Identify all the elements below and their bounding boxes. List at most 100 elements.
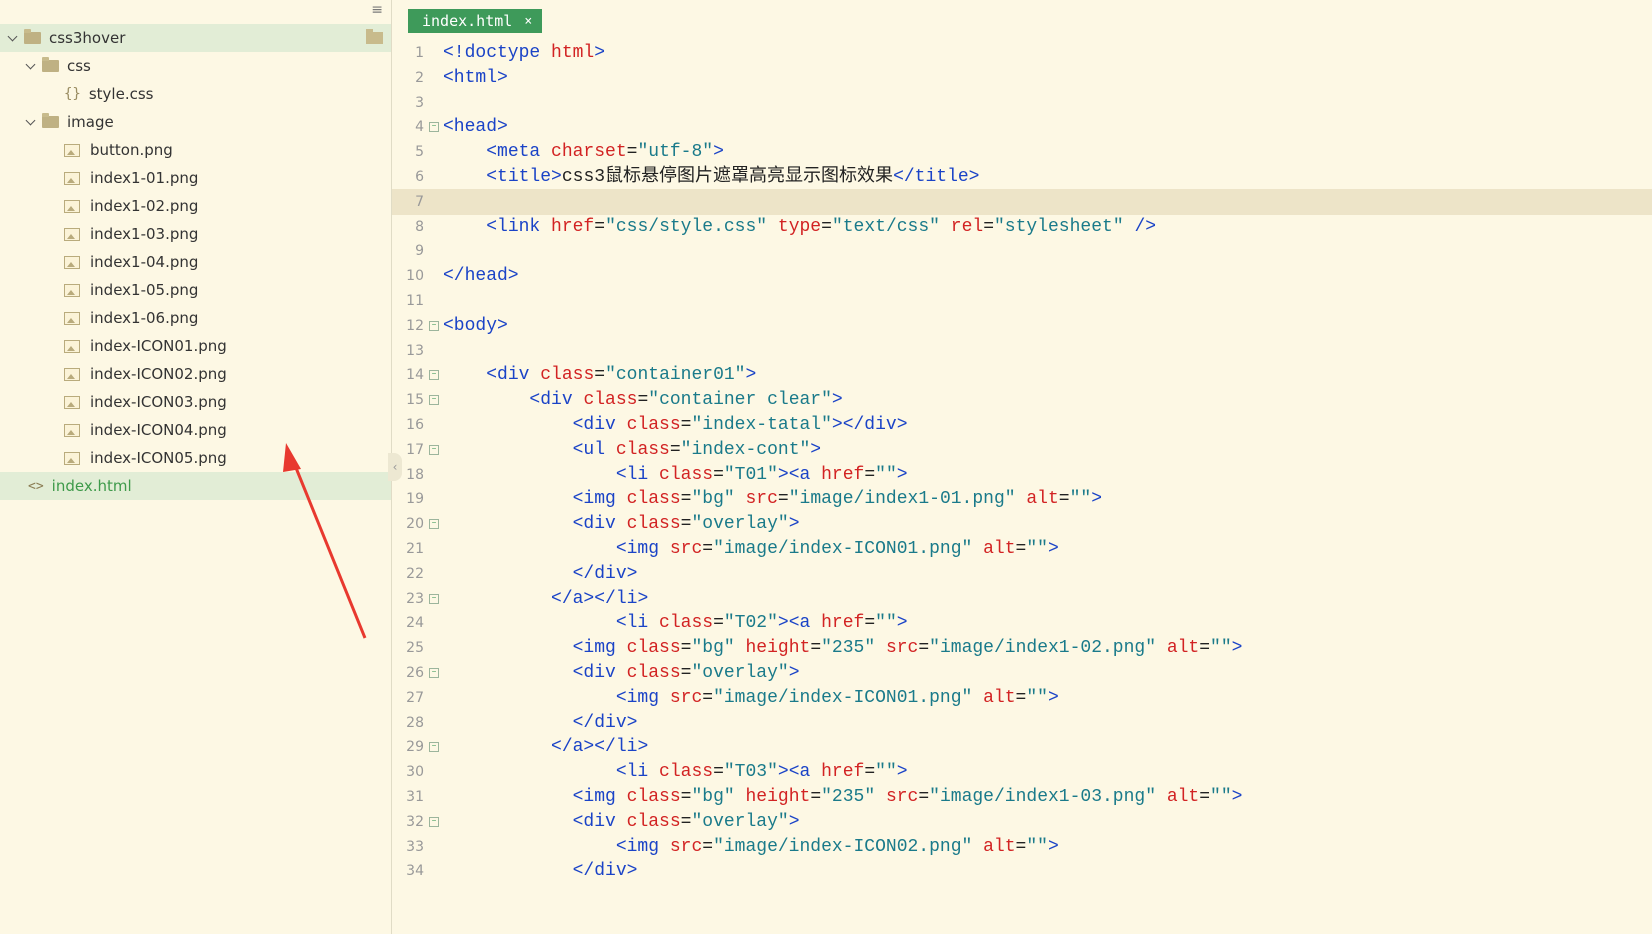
tree-item[interactable]: index1-05.png <box>0 276 391 304</box>
folder-icon[interactable] <box>366 29 383 44</box>
code-text: <!doctype html> <box>443 43 606 63</box>
code-text: <ul class="index-cont"> <box>572 439 822 460</box>
code-text: </a></li> <box>551 588 649 609</box>
file-explorer: ≡ css3hover css {} style.css image button.pn… <box>0 0 402 934</box>
line-number: 15 <box>406 392 424 409</box>
code-text: <img src="image/index-ICON01.png" alt=""… <box>615 539 1059 559</box>
tree-item-label: index1-06.png <box>90 309 199 327</box>
tree-item-label: index.html <box>51 477 132 495</box>
code-line: 7 <box>392 188 1652 215</box>
tree-item[interactable]: {} style.css <box>0 80 391 108</box>
line-number: 32 <box>406 813 424 830</box>
tree-item-label: button.png <box>90 141 173 159</box>
line-number: 8 <box>415 218 424 235</box>
code-editor[interactable]: 1 <!doctype html> 2 <html> 3 4− <head> 5 <meta … <box>392 43 1652 934</box>
tab-label: index.html <box>422 12 513 30</box>
image-file-icon <box>64 451 80 465</box>
code-line: 23− </a></li> <box>392 586 1652 612</box>
code-line: 31 <img class="bg" height="235" src="ima… <box>392 784 1652 810</box>
code-text: <title>css3鼠标悬停图片遮罩高亮显示图标效果</title> <box>486 167 980 187</box>
image-file-icon <box>64 311 80 325</box>
line-number: 12 <box>406 317 424 334</box>
code-line: 29− </a></li> <box>392 734 1652 760</box>
chevron-down-icon[interactable] <box>26 61 36 71</box>
code-line: 2 <html> <box>392 65 1652 91</box>
line-number: 7 <box>415 193 424 210</box>
line-number: 30 <box>406 764 424 781</box>
tree-item[interactable]: index-ICON05.png <box>0 444 391 472</box>
code-text: <div class="overlay"> <box>572 663 800 683</box>
line-number: 17 <box>406 441 424 458</box>
code-text: <div class="overlay"> <box>572 811 800 832</box>
tree-item[interactable]: index1-02.png <box>0 192 391 220</box>
code-text: <link href="css/style.css" type="text/cs… <box>486 216 1157 237</box>
line-number: 3 <box>415 94 424 111</box>
code-line: 27 <img src="image/index-ICON01.png" alt… <box>392 685 1652 711</box>
tree-item[interactable]: index1-01.png <box>0 164 391 192</box>
fold-toggle-icon[interactable]: − <box>429 444 439 455</box>
code-line: 10 </head> <box>392 263 1652 289</box>
code-text: <img class="bg" height="235" src="image/… <box>572 638 1243 659</box>
tree-item[interactable]: index-ICON02.png <box>0 360 391 388</box>
tree-root-label: css3hover <box>49 29 126 47</box>
fold-toggle-icon[interactable]: − <box>429 816 439 827</box>
code-line: 9 <box>392 238 1652 264</box>
fold-toggle-icon[interactable]: − <box>429 668 439 678</box>
code-line: 21 <img src="image/index-ICON01.png" alt… <box>392 536 1652 562</box>
chevron-down-icon[interactable] <box>26 117 36 127</box>
image-file-icon <box>64 339 80 353</box>
line-number: 24 <box>406 615 424 632</box>
tree-item-label: index1-05.png <box>90 281 199 299</box>
fold-toggle-icon[interactable]: − <box>429 742 439 753</box>
tree-item-label: image <box>67 113 114 131</box>
tree-item[interactable]: index1-04.png <box>0 248 391 276</box>
tree-item[interactable]: css <box>0 52 391 80</box>
code-line: 3 <box>392 90 1652 116</box>
code-line: 11 <box>392 288 1652 314</box>
code-text: <div class="container clear"> <box>529 390 843 411</box>
fold-toggle-icon[interactable]: − <box>429 370 439 381</box>
line-number: 10 <box>406 268 424 285</box>
tab-index-html[interactable]: index.html × <box>408 9 543 33</box>
image-file-icon <box>64 255 80 269</box>
folder-icon <box>42 57 59 72</box>
tree-item[interactable]: index1-03.png <box>0 220 391 248</box>
line-number: 21 <box>406 541 424 557</box>
tree-item[interactable]: index-ICON04.png <box>0 416 391 444</box>
tree-item[interactable]: <> index.html <box>0 472 391 500</box>
code-text: </div> <box>572 861 638 882</box>
code-text: </div> <box>572 563 638 584</box>
code-line: 1 <!doctype html> <box>392 40 1652 66</box>
line-number: 27 <box>406 689 424 706</box>
code-line: 26− <div class="overlay"> <box>392 660 1652 686</box>
line-number: 29 <box>406 739 424 756</box>
tree-item[interactable]: index-ICON01.png <box>0 332 391 360</box>
code-line: 15− <div class="container clear"> <box>392 387 1652 413</box>
tree-root-folder[interactable]: css3hover <box>0 24 391 52</box>
code-line: 17− <ul class="index-cont"> <box>392 437 1652 463</box>
image-file-icon <box>64 171 80 185</box>
fold-toggle-icon[interactable]: − <box>429 122 439 133</box>
tree-item[interactable]: index1-06.png <box>0 304 391 332</box>
close-icon[interactable]: × <box>524 14 532 29</box>
code-text: <meta charset="utf-8"> <box>486 142 724 163</box>
fold-toggle-icon[interactable]: − <box>429 519 439 530</box>
line-number: 13 <box>406 342 424 359</box>
tree-item[interactable]: button.png <box>0 136 391 164</box>
line-number: 23 <box>406 590 424 607</box>
folder-icon <box>42 113 59 128</box>
tree-item-label: index1-01.png <box>90 169 199 187</box>
fold-toggle-icon[interactable]: − <box>429 320 439 331</box>
chevron-down-icon[interactable] <box>8 33 18 43</box>
code-text: <div class="container01"> <box>486 365 757 386</box>
line-number: 33 <box>406 838 424 855</box>
code-text: <img class="bg" src="image/index1-01.png… <box>572 489 1103 510</box>
fold-toggle-icon[interactable]: − <box>429 395 439 406</box>
tree-item[interactable]: image <box>0 108 391 136</box>
line-number: 18 <box>406 466 424 483</box>
tree-item-label: index-ICON03.png <box>90 393 227 411</box>
menu-icon[interactable]: ≡ <box>371 2 383 18</box>
code-text: <img class="bg" height="235" src="image/… <box>572 787 1243 807</box>
fold-toggle-icon[interactable]: − <box>429 593 439 604</box>
tree-item[interactable]: index-ICON03.png <box>0 388 391 416</box>
